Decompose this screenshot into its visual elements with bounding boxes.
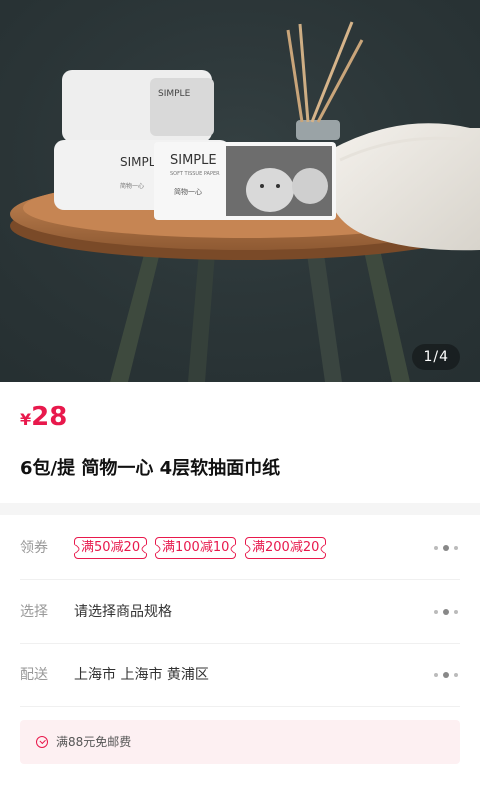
- section-divider: [0, 503, 480, 515]
- coupon-label: 领券: [20, 540, 48, 556]
- coupon-tag[interactable]: 满100减10: [155, 537, 237, 559]
- coupon-row[interactable]: 领券 满50减20 满100减10 满200减20: [20, 516, 460, 580]
- spec-value: 请选择商品规格: [74, 604, 172, 620]
- coupon-tag[interactable]: 满200减20: [245, 537, 327, 559]
- currency-symbol: ¥: [20, 410, 32, 429]
- spec-select-row[interactable]: 选择 请选择商品规格: [20, 580, 460, 644]
- product-photo: SIMPLE SIMPLE 简物一心 SIMPLE SOFT TISSUE PA…: [0, 0, 480, 382]
- coupon-tag[interactable]: 满50减20: [74, 537, 148, 559]
- delivery-address: 上海市 上海市 黄浦区: [74, 667, 209, 683]
- more-icon[interactable]: [434, 545, 460, 551]
- price-value: 28: [31, 402, 68, 432]
- svg-text:简物一心: 简物一心: [120, 182, 144, 190]
- more-icon[interactable]: [434, 609, 460, 615]
- delivery-row[interactable]: 配送 上海市 上海市 黄浦区: [20, 643, 460, 707]
- free-shipping-notice: 满88元免邮费: [20, 720, 460, 764]
- svg-text:SIMPLE: SIMPLE: [158, 89, 191, 99]
- product-price: ¥28: [20, 402, 67, 432]
- product-image-gallery[interactable]: SIMPLE SIMPLE 简物一心 SIMPLE SOFT TISSUE PA…: [0, 0, 480, 382]
- free-shipping-text: 满88元免邮费: [56, 735, 132, 749]
- check-circle-icon: [36, 736, 48, 748]
- svg-text:简物一心: 简物一心: [174, 187, 202, 196]
- svg-text:SIMPLE: SIMPLE: [170, 153, 217, 168]
- spec-label: 选择: [20, 604, 48, 620]
- delivery-label: 配送: [20, 667, 48, 683]
- product-title: 6包/提 简物一心 4层软抽面巾纸: [20, 458, 281, 479]
- image-counter: 1/4: [412, 344, 460, 370]
- more-icon[interactable]: [434, 672, 460, 678]
- svg-text:SOFT TISSUE PAPER: SOFT TISSUE PAPER: [170, 171, 220, 177]
